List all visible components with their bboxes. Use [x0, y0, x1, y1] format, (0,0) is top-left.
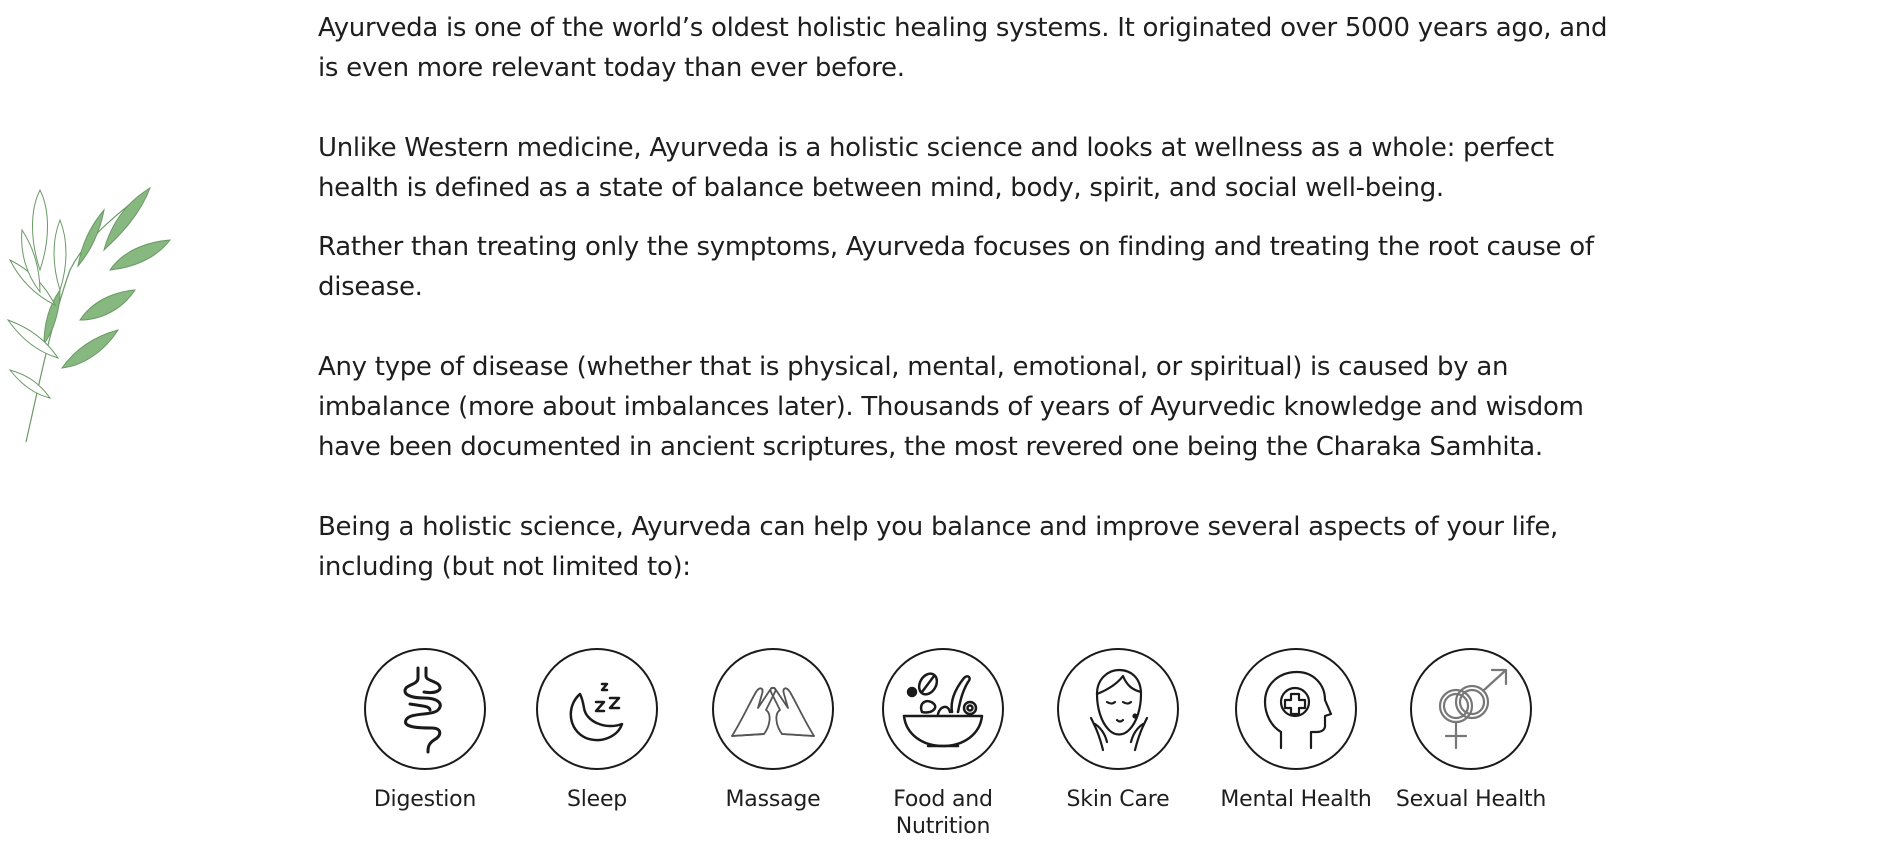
moon-sleep-icon	[536, 648, 658, 770]
aspect-label: Food and Nutrition	[893, 787, 993, 839]
paragraph: Being a holistic science, Ayurveda can h…	[318, 512, 1559, 582]
massage-hands-icon	[712, 648, 834, 770]
intro-text: Ayurveda is one of the world’s oldest ho…	[318, 8, 1618, 587]
olive-branch-icon	[6, 186, 172, 443]
aspect-label: Sleep	[566, 787, 628, 812]
aspects-icon-row: Digestion Sleep Massage Food and Nutriti…	[0, 648, 1889, 854]
paragraph: Ayurveda is one of the world’s oldest ho…	[318, 13, 1608, 83]
gender-symbols-icon	[1410, 648, 1532, 770]
aspect-label: Skin Care	[1066, 787, 1170, 812]
paragraph: Rather than treating only the symptoms, …	[318, 232, 1594, 302]
aspect-label: Mental Health	[1220, 787, 1372, 812]
aspect-label: Sexual Health	[1395, 787, 1547, 812]
food-bowl-icon	[882, 648, 1004, 770]
intestines-icon	[364, 648, 486, 770]
head-health-icon	[1235, 648, 1357, 770]
paragraph: Any type of disease (whether that is phy…	[318, 352, 1584, 462]
aspect-label: Massage	[725, 787, 821, 812]
aspect-label: Digestion	[373, 787, 477, 812]
face-care-icon	[1057, 648, 1179, 770]
paragraph: Unlike Western medicine, Ayurveda is a h…	[318, 133, 1554, 203]
